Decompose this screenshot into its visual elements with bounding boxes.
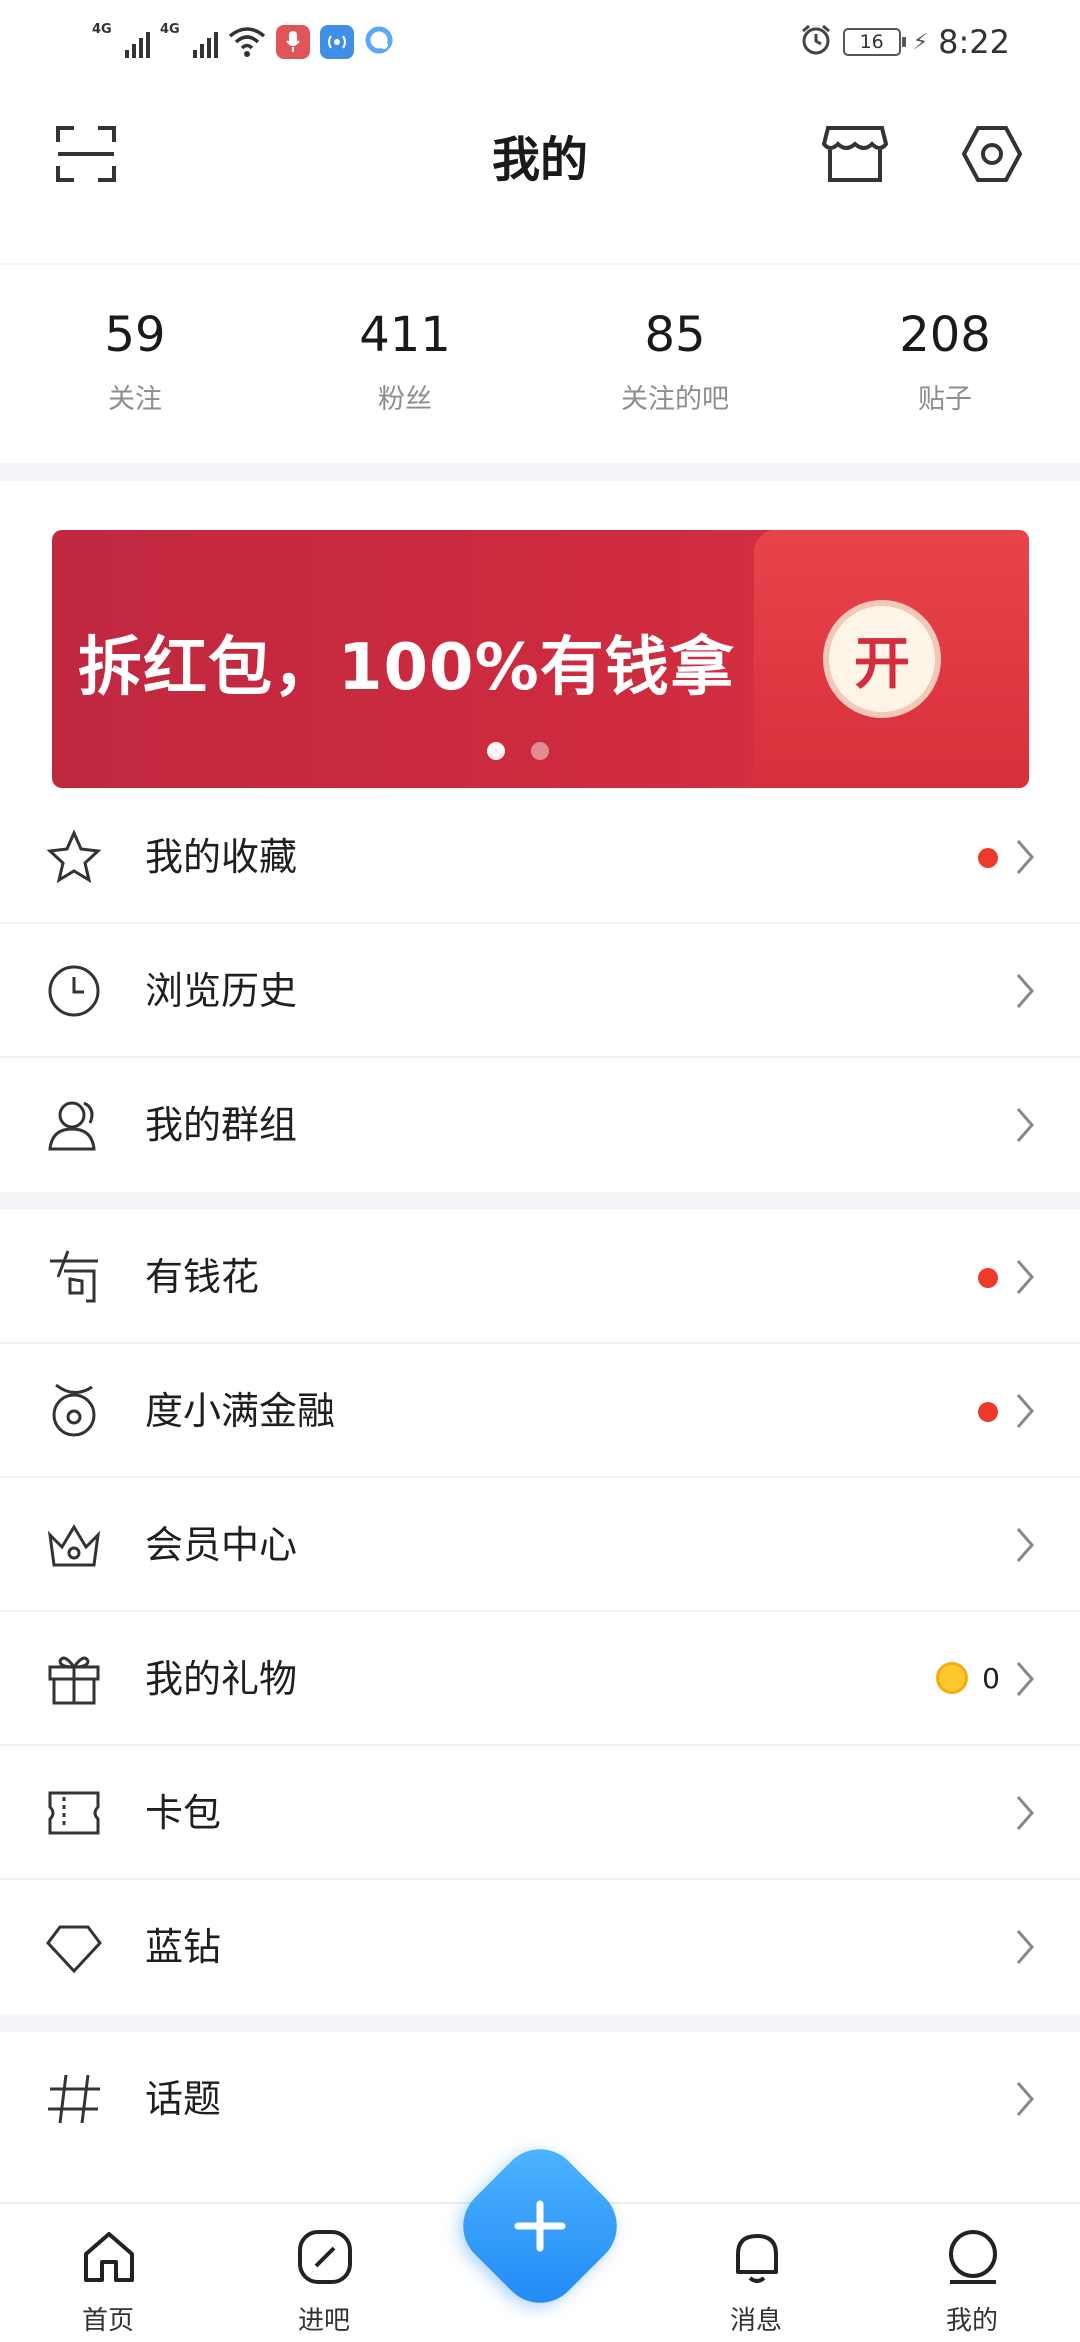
clock-time: 8:22 [938,23,1010,61]
clock-icon [48,965,100,1017]
menu-item-blue-diamond[interactable]: 蓝钻 [0,1880,1080,2014]
gift-icon [48,1656,100,1705]
menu-label: 卡包 [145,1791,222,1835]
menu-label: 我的礼物 [145,1657,298,1701]
menu-label: 浏览历史 [145,969,298,1013]
coin-count: 0 [982,1662,1000,1695]
carousel-indicator [487,742,549,760]
menu-label: 有钱花 [145,1255,260,1299]
finance-icon [52,1383,96,1437]
chevron-right-icon [1016,2082,1034,2116]
diamond-icon [46,1925,102,1974]
nav-label: 进吧 [297,2306,350,2336]
signal-icon: 4G [92,22,150,62]
stat-value: 411 [359,307,451,363]
stat-following[interactable]: 59 关注 [0,265,270,463]
promo-banner[interactable]: 拆红包，100%有钱拿 开 [52,530,1029,788]
menu-item-gifts[interactable]: 我的礼物 0 [0,1612,1080,1746]
chevron-right-icon [1016,1394,1034,1428]
signal-icon: 4G [160,22,218,62]
menu-item-history[interactable]: 浏览历史 [0,924,1080,1058]
nav-home[interactable]: 首页 [38,2204,178,2342]
banner-text: 拆红包，100%有钱拿 [78,631,735,705]
stat-followed-bars[interactable]: 85 关注的吧 [540,265,810,463]
menu-label: 度小满金融 [145,1389,336,1433]
microphone-icon [276,25,310,59]
nav-enter-bar[interactable]: 进吧 [254,2204,394,2342]
notification-dot [978,1402,998,1422]
charging-icon: ⚡ [912,29,929,55]
stat-label: 粉丝 [378,384,432,415]
menu-item-card-wallet[interactable]: 卡包 [0,1746,1080,1880]
section-gap [0,463,1080,481]
wifi-icon [228,26,266,58]
profile-icon [949,2230,997,2284]
nav-profile[interactable]: 我的 [902,2204,1042,2342]
chevron-right-icon [1016,974,1034,1008]
stat-label: 关注的吧 [621,384,729,415]
chevron-right-icon [1016,1528,1034,1562]
menu-label: 我的群组 [145,1103,298,1147]
chevron-right-icon [1016,1930,1034,1964]
notification-dot [978,848,998,868]
nav-label: 首页 [81,2306,134,2336]
open-envelope-button[interactable]: 开 [823,600,941,718]
stat-posts[interactable]: 208 贴子 [810,265,1080,463]
home-icon [84,2232,134,2282]
chevron-right-icon [1016,1796,1034,1830]
carousel-dot-active [487,742,505,760]
stat-fans[interactable]: 411 粉丝 [270,265,540,463]
notification-dot [978,1268,998,1288]
header: 我的 [0,84,1080,264]
compass-icon [298,2230,352,2284]
stat-value: 85 [644,307,706,363]
stat-value: 59 [104,307,166,363]
section-gap [0,1192,1080,1210]
menu-item-topics[interactable]: 话题 [0,2032,1080,2166]
chevron-right-icon [1016,1662,1034,1696]
bell-icon [736,2234,778,2283]
star-icon [46,829,102,884]
group-icon [48,1101,96,1151]
menu-label: 蓝钻 [145,1925,222,1969]
page-title: 我的 [491,132,588,188]
settings-icon[interactable] [960,122,1024,186]
chevron-right-icon [1016,840,1034,874]
status-bar: 4G 4G 16 ⚡ 8:22 [0,0,1080,84]
alarm-icon [799,23,833,61]
hashtag-icon [48,2074,100,2124]
stat-label: 贴子 [918,384,972,415]
shop-icon[interactable] [821,122,889,186]
chevron-right-icon [1016,1260,1034,1294]
nav-messages[interactable]: 消息 [686,2204,826,2342]
crown-icon [47,1524,101,1567]
menu-item-membership[interactable]: 会员中心 [0,1478,1080,1612]
stat-label: 关注 [108,384,162,415]
chevron-right-icon [1016,1108,1034,1142]
app-notification-icon [364,25,394,59]
stats-row: 59 关注 411 粉丝 85 关注的吧 208 贴子 [0,265,1080,463]
hotspot-icon [320,25,354,59]
carousel-dot [531,742,549,760]
menu-item-youqianhua[interactable]: 有钱花 [0,1210,1080,1344]
nav-label: 我的 [945,2306,998,2336]
card-wallet-icon [48,1791,100,1835]
plus-icon [474,2160,606,2292]
money-flower-icon [50,1250,98,1303]
menu-item-favorites[interactable]: 我的收藏 [0,790,1080,924]
menu-item-finance[interactable]: 度小满金融 [0,1344,1080,1478]
menu-label: 我的收藏 [145,835,298,879]
battery-icon: 16 [842,28,906,56]
menu-item-groups[interactable]: 我的群组 [0,1058,1080,1192]
menu-label: 会员中心 [145,1523,298,1567]
stat-value: 208 [899,307,991,363]
section-gap [0,2014,1080,2032]
nav-label: 消息 [729,2306,782,2336]
coin-icon [936,1662,968,1694]
menu-label: 话题 [145,2077,222,2121]
